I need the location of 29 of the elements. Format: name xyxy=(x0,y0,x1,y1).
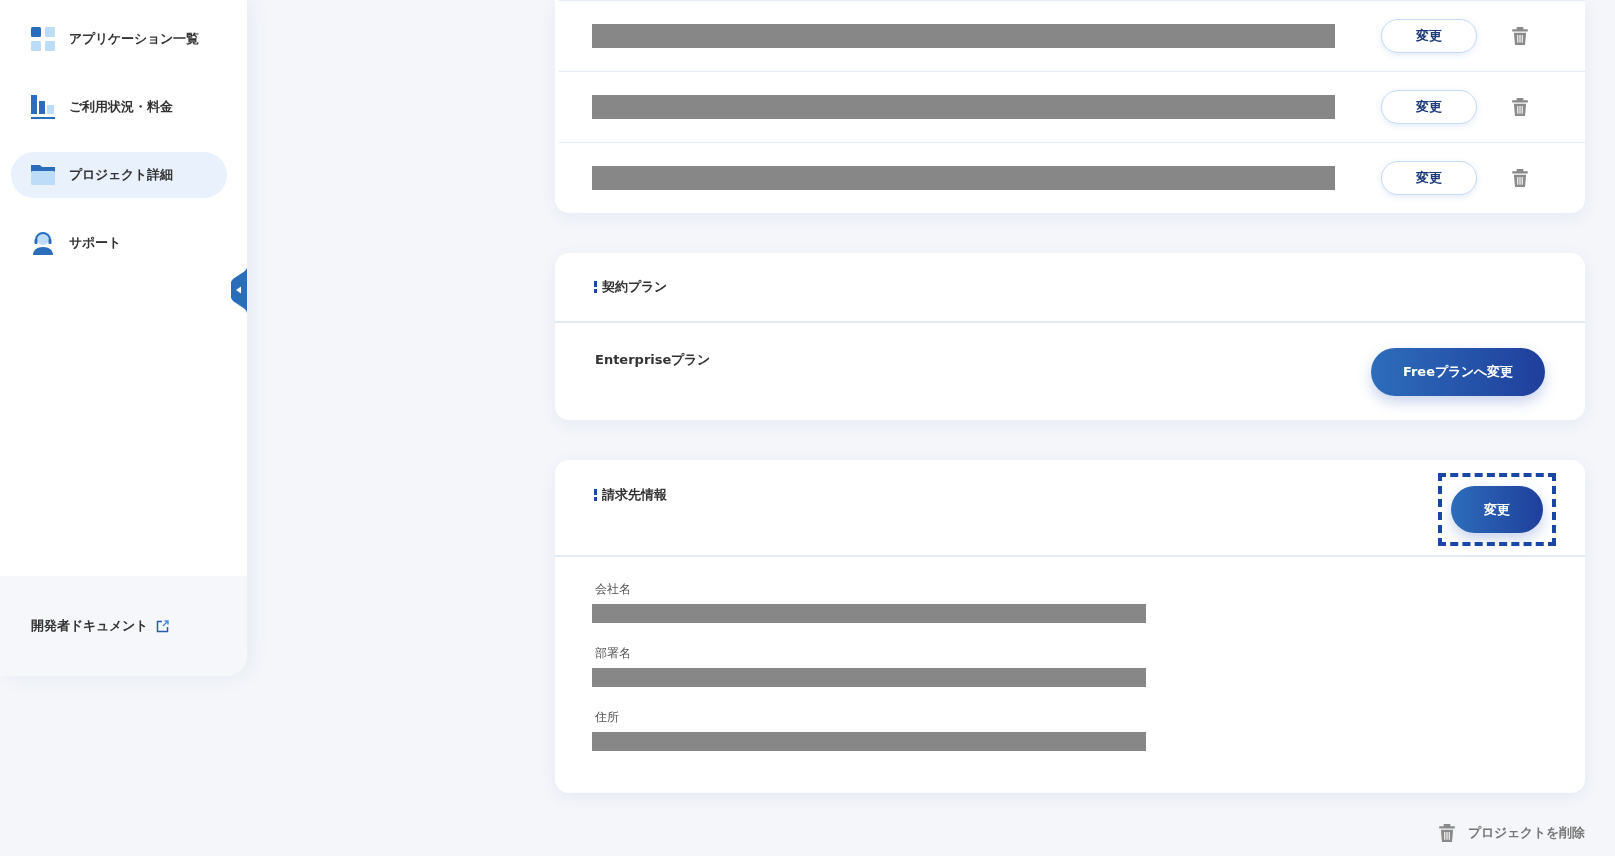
sidebar-item[interactable]: プロジェクト詳細 xyxy=(11,152,227,198)
collapse-handle[interactable] xyxy=(231,267,247,313)
change-button[interactable]: 変更 xyxy=(1381,161,1477,195)
heading-mark-icon xyxy=(594,489,597,501)
sidebar-item[interactable]: サポート xyxy=(11,220,227,266)
grid-icon xyxy=(31,27,55,51)
sidebar-item[interactable]: ご利用状況・料金 xyxy=(11,84,227,130)
heading-mark-icon xyxy=(594,281,597,293)
change-billing-button[interactable]: 変更 xyxy=(1451,486,1543,533)
headset-person-icon xyxy=(31,231,55,255)
section-title: 請求先情報 xyxy=(602,486,667,504)
current-plan: Enterpriseプラン xyxy=(595,351,711,369)
folder-icon xyxy=(31,163,55,187)
section-title: 契約プラン xyxy=(602,278,667,296)
field-label: 会社名 xyxy=(595,581,632,598)
delete-project-button[interactable]: プロジェクトを削除 xyxy=(1438,823,1585,843)
sidebar-item[interactable]: アプリケーション一覧 xyxy=(11,16,227,62)
change-plan-button[interactable]: Freeプランへ変更 xyxy=(1370,348,1545,396)
trash-icon[interactable] xyxy=(1511,168,1529,188)
trash-icon[interactable] xyxy=(1511,26,1529,46)
change-button[interactable]: 変更 xyxy=(1381,19,1477,53)
change-button[interactable]: 変更 xyxy=(1381,90,1477,124)
trash-icon[interactable] xyxy=(1511,97,1529,117)
docs-link[interactable]: 開発者ドキュメント xyxy=(31,617,148,635)
field-label: 住所 xyxy=(595,709,620,726)
trash-icon[interactable] xyxy=(1438,823,1456,843)
external-link-icon xyxy=(156,619,169,633)
bar-chart-icon xyxy=(31,95,55,119)
field-label: 部署名 xyxy=(595,645,632,662)
